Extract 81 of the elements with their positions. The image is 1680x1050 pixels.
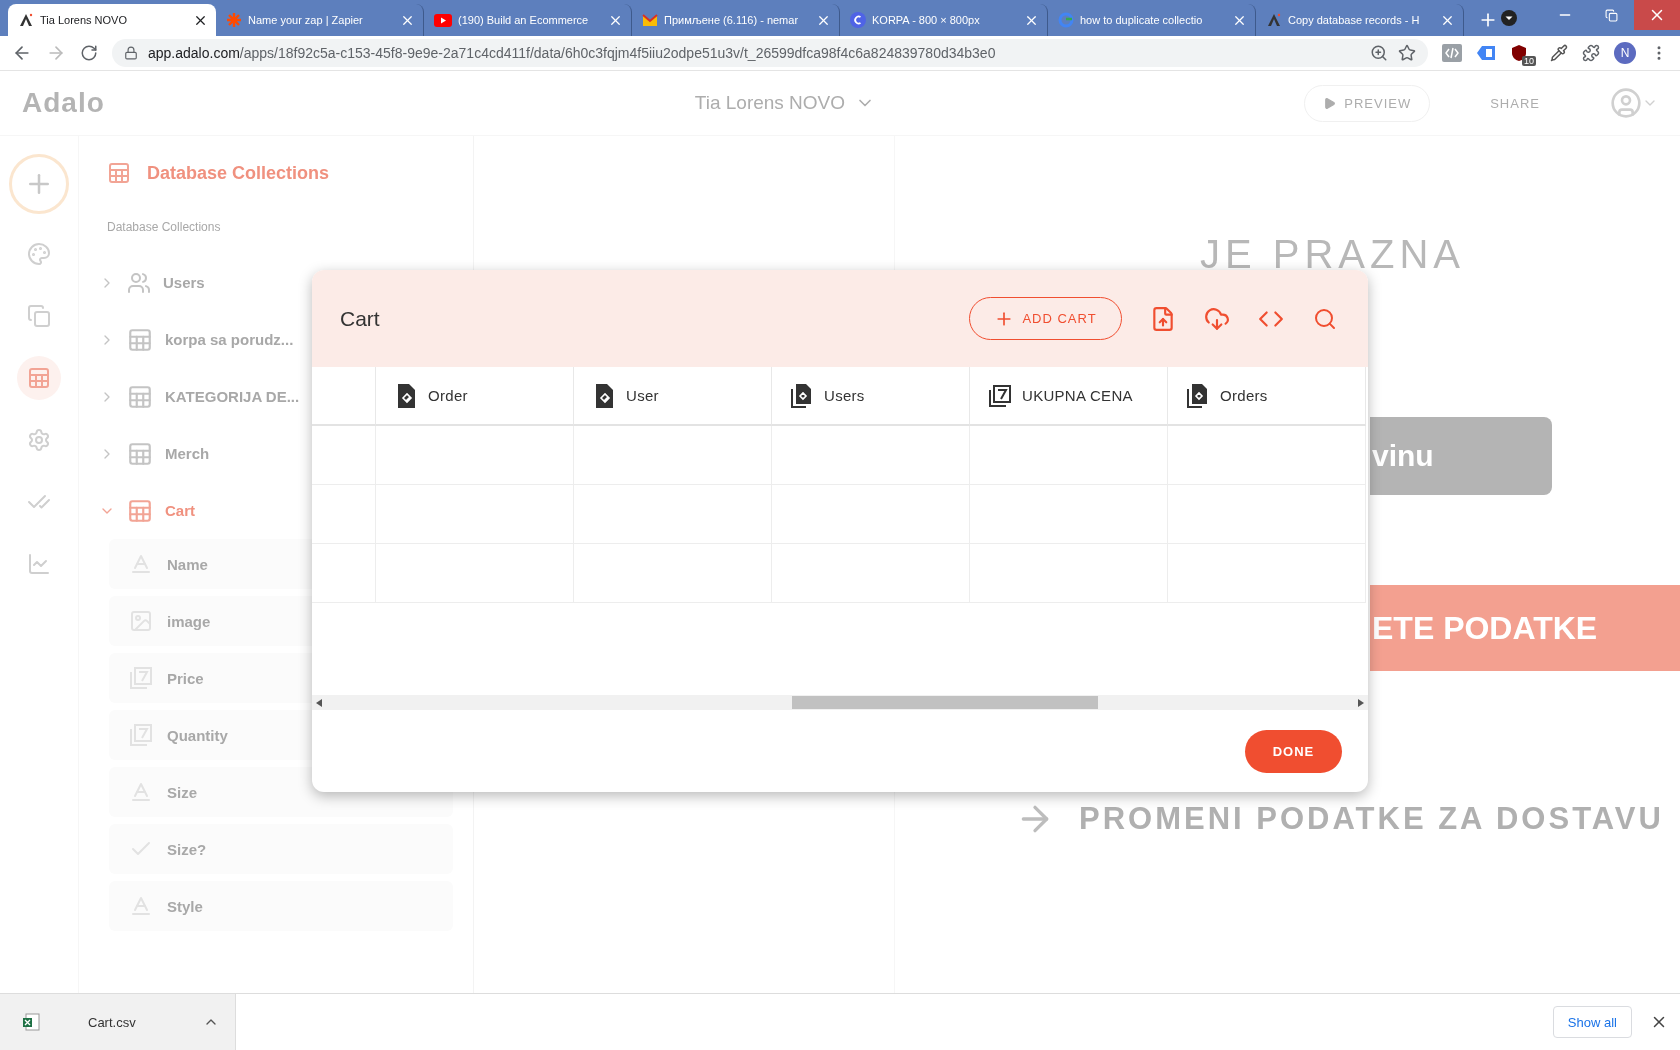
site-favicon-icon <box>1058 12 1074 28</box>
scrollbar-thumb[interactable] <box>792 696 1098 709</box>
collection-name: Cart <box>165 502 195 519</box>
database-icon <box>27 366 51 390</box>
restore-icon[interactable] <box>1604 8 1618 22</box>
share-link[interactable]: SHARE <box>1490 95 1540 111</box>
show-all-button[interactable]: Show all <box>1552 1006 1632 1038</box>
collection-name: korpa sa porudz... <box>165 331 294 348</box>
property-item[interactable]: Style <box>109 881 453 931</box>
play-icon <box>1323 96 1337 110</box>
action-button[interactable]: vinu <box>1370 417 1552 495</box>
text-field-icon <box>129 894 153 918</box>
nav-rail-item[interactable] <box>17 356 61 400</box>
tag-extension-icon[interactable] <box>1476 45 1496 61</box>
table-cell <box>312 426 376 485</box>
app-name[interactable]: Tia Lorens NOVO <box>694 92 846 114</box>
tab-search-icon[interactable] <box>1500 9 1518 27</box>
collection-item[interactable]: Cart <box>99 482 473 539</box>
header-cell <box>312 367 376 426</box>
linked-documents-icon <box>790 382 814 409</box>
download-item[interactable]: Cart.csv <box>0 994 236 1050</box>
lock-icon <box>124 46 138 60</box>
table-cell <box>312 485 376 544</box>
site-favicon-icon <box>18 12 34 28</box>
collection-item[interactable]: Merch <box>99 425 473 482</box>
eyedropper-icon[interactable] <box>1550 44 1568 62</box>
app-logo: Adalo <box>22 87 105 119</box>
site-favicon-icon <box>1266 12 1282 28</box>
browser-tab[interactable]: Tia Lorens NOVO <box>8 4 216 36</box>
scroll-left-icon[interactable] <box>316 698 322 707</box>
number-field-icon <box>129 723 153 747</box>
column-header[interactable]: Users <box>772 367 970 426</box>
collection-name: Merch <box>165 445 210 462</box>
column-header[interactable]: Order <box>376 367 574 426</box>
scroll-right-icon[interactable] <box>1358 698 1364 707</box>
delivery-link[interactable]: PROMENI PODATKE ZA DOSTAVU <box>1079 801 1664 837</box>
zoom-icon[interactable] <box>1370 44 1388 62</box>
address-field[interactable]: app.adalo.com/apps/18f92c5a-c153-45f8-9e9e-2a71c4cd411f/data/6h0c3fqjm4f5iiu2odpe51u3v/t_26599dfca98f4c6a824839780d34b3e0 <box>112 39 1428 67</box>
users-icon <box>127 270 151 295</box>
palette-icon <box>27 242 51 266</box>
extensions-icon[interactable] <box>1582 44 1600 62</box>
empty-heading: JE PRAZNA <box>1200 232 1467 277</box>
profile-avatar[interactable]: N <box>1614 42 1636 64</box>
text-field-icon <box>129 552 153 576</box>
screens-icon <box>27 304 51 328</box>
spreadsheet-file-icon <box>22 1013 40 1031</box>
reload-icon[interactable] <box>80 44 98 62</box>
table-icon <box>127 326 153 353</box>
extension-badge: 10 <box>1522 56 1536 66</box>
site-favicon-icon <box>226 12 242 28</box>
number-field-icon <box>129 666 153 690</box>
text-field-icon <box>129 780 153 804</box>
column-header[interactable]: Orders <box>1168 367 1366 426</box>
table-icon <box>127 497 153 524</box>
linked-documents-icon <box>1186 382 1210 409</box>
site-favicon-icon <box>850 12 866 28</box>
cloud-download-icon[interactable] <box>1204 305 1230 332</box>
done-button[interactable]: DONE <box>1245 729 1342 773</box>
chart-icon <box>27 552 51 576</box>
search-icon[interactable] <box>1313 306 1337 331</box>
collection-name: KATEGORIJA DE... <box>165 388 300 405</box>
data-button[interactable]: ETE PODATKE <box>1370 585 1680 671</box>
site-favicon-icon <box>642 14 658 26</box>
code-extension-icon[interactable] <box>1442 44 1462 62</box>
panel-title: Database Collections <box>147 162 330 184</box>
column-header[interactable]: UKUPNA CENA <box>970 367 1168 426</box>
database-icon <box>107 161 131 185</box>
table-cell <box>312 544 376 603</box>
site-favicon-icon <box>434 13 452 27</box>
table-icon <box>127 440 153 467</box>
section-label: Database Collections <box>107 220 222 234</box>
number-field-icon <box>988 383 1012 408</box>
upload-file-icon[interactable] <box>1150 305 1176 332</box>
close-window-button[interactable] <box>1634 0 1680 30</box>
bookmark-star-icon[interactable] <box>1398 44 1416 62</box>
column-header[interactable]: User <box>574 367 772 426</box>
image-field-icon <box>129 609 153 633</box>
settings-icon <box>27 428 51 452</box>
table-icon <box>127 383 153 410</box>
property-item[interactable]: Size? <box>109 824 453 874</box>
collection-name: Users <box>163 274 205 291</box>
